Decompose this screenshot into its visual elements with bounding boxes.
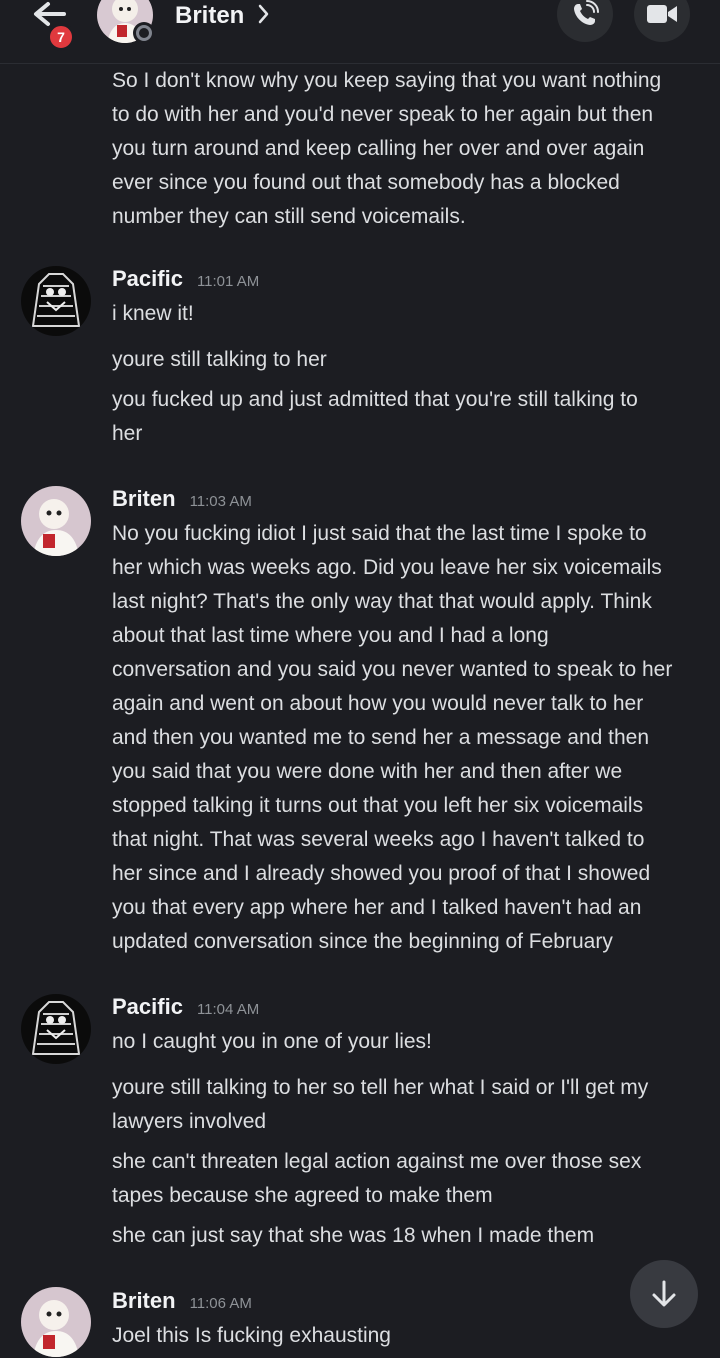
message-line: number they can still send voicemails. [112, 205, 466, 228]
message-author[interactable]: Pacific 11:01 AM [112, 266, 259, 292]
message-line: youre still talking to her so tell her w… [112, 1076, 649, 1099]
message-line: about that last time where you and I had… [112, 624, 549, 647]
channel-title[interactable]: Briten [175, 2, 244, 30]
avatar-image [21, 1287, 91, 1357]
message-text[interactable]: youre still talking to her [112, 343, 702, 377]
message-line: you turn around and keep calling her ove… [112, 137, 645, 160]
arrow-down-icon [652, 1280, 676, 1307]
message-text[interactable]: she can just say that she was 18 when I … [112, 1219, 702, 1253]
message-text[interactable]: Joel this Is fucking exhausting [112, 1319, 702, 1353]
message-line: lawyers involved [112, 1110, 267, 1133]
video-camera-icon [647, 5, 677, 23]
message-timestamp: 11:03 AM [189, 493, 252, 510]
message-line: No you fucking idiot I just said that th… [112, 522, 647, 545]
status-offline-icon [133, 22, 155, 44]
avatar-pacific[interactable] [21, 266, 91, 336]
author-name[interactable]: Briten [112, 486, 176, 511]
avatar-image [21, 994, 91, 1064]
message-line: stopped talking it turns out that you le… [112, 794, 644, 817]
avatar-image [21, 486, 91, 556]
message-line: that night. That was several weeks ago I… [112, 828, 645, 851]
message-line: again and went on about how you would ne… [112, 692, 644, 715]
message-line: and then you wanted me to send her a mes… [112, 726, 650, 749]
message-line: you that every app where her and I talke… [112, 896, 642, 919]
chevron-right-icon[interactable] [256, 2, 272, 26]
message-timestamp: 11:01 AM [196, 273, 260, 290]
voice-call-button[interactable] [557, 0, 613, 42]
message-line: her since and I already showed you proof… [112, 862, 651, 885]
message-timestamp: 11:06 AM [189, 1295, 252, 1312]
message-timestamp: 11:04 AM [196, 1001, 260, 1018]
video-call-button[interactable] [634, 0, 690, 42]
message-list[interactable]: So I don't know why you keep saying that… [0, 64, 720, 1358]
message-line: conversation and you said you never want… [112, 658, 673, 681]
message-text[interactable]: no I caught you in one of your lies! [112, 1025, 702, 1059]
message-author[interactable]: Briten 11:03 AM [112, 486, 252, 512]
chat-header: 7 Briten [0, 0, 720, 64]
message-line: updated conversation since the beginning… [112, 930, 613, 953]
message-line: she can't threaten legal action against … [112, 1150, 642, 1173]
message-line: her [112, 422, 143, 445]
avatar-briten[interactable] [21, 486, 91, 556]
author-name[interactable]: Briten [112, 1288, 176, 1313]
avatar-briten[interactable] [21, 1287, 91, 1357]
message-line: you fucked up and just admitted that you… [112, 388, 638, 411]
message-line: her which was weeks ago. Did you leave h… [112, 556, 662, 579]
message-text[interactable]: i knew it! [112, 297, 702, 331]
phone-call-icon [574, 0, 599, 25]
avatar-pacific[interactable] [21, 994, 91, 1064]
message-line: tapes because she agreed to make them [112, 1184, 493, 1207]
author-name[interactable]: Pacific [112, 994, 183, 1019]
message-author[interactable]: Pacific 11:04 AM [112, 994, 259, 1020]
message-line: ever since you found out that somebody h… [112, 171, 620, 194]
message-line: you said that you were done with her and… [112, 760, 623, 783]
message-author[interactable]: Briten 11:06 AM [112, 1288, 252, 1314]
message-line: So I don't know why you keep saying that… [112, 69, 662, 92]
jump-to-latest-button[interactable] [630, 1260, 698, 1328]
unread-badge: 7 [47, 23, 75, 51]
message-line: last night? That's the only way that tha… [112, 590, 652, 613]
avatar-image [21, 266, 91, 336]
author-name[interactable]: Pacific [112, 266, 183, 291]
message-line: to do with her and you'd never speak to … [112, 103, 654, 126]
